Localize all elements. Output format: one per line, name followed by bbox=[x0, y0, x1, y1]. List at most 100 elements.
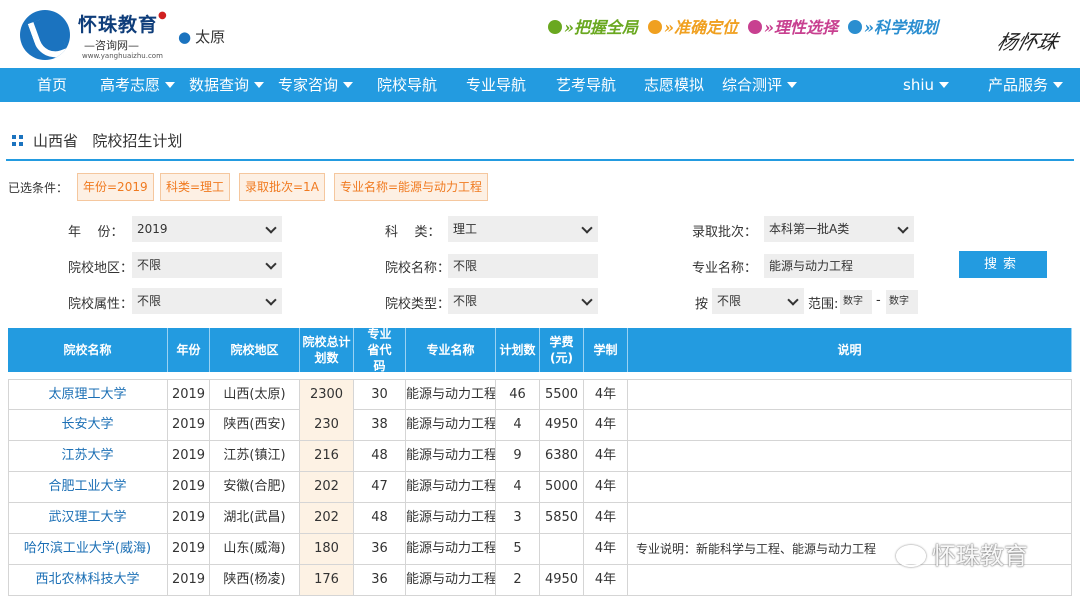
nav-item-5[interactable]: 专业导航 bbox=[466, 68, 526, 102]
year-label: 年 份： bbox=[68, 225, 124, 240]
location-selector[interactable]: ● 太原 bbox=[178, 26, 225, 47]
nav-label: 专业导航 bbox=[466, 76, 527, 94]
cell-major-name: 能源与动力工程 bbox=[406, 534, 496, 564]
nav-item-6[interactable]: 艺考导航 bbox=[556, 68, 616, 102]
cell-school-name[interactable]: 长安大学 bbox=[8, 410, 168, 440]
nav-item-0[interactable]: 首页 bbox=[37, 68, 67, 102]
chevron-down-icon bbox=[787, 82, 798, 88]
column-header-6[interactable]: 计划数 bbox=[496, 328, 540, 372]
slogan-dot-icon bbox=[548, 20, 562, 34]
column-header-2[interactable]: 院校地区 bbox=[210, 328, 300, 372]
chevron-down-icon bbox=[165, 82, 176, 88]
subject-select[interactable]: 理工 bbox=[448, 216, 598, 242]
chevron-down-icon bbox=[343, 82, 354, 88]
cell-duration: 4年 bbox=[584, 534, 628, 564]
cell-duration: 4年 bbox=[584, 441, 628, 471]
cell-note bbox=[628, 410, 1072, 440]
cell-school-name[interactable]: 西北农林科技大学 bbox=[8, 565, 168, 595]
cell-region: 陕西(西安) bbox=[210, 410, 300, 440]
column-header-7[interactable]: 学费(元) bbox=[540, 328, 584, 372]
table-row[interactable]: 合肥工业大学 2019 安徽(合肥) 202 47 能源与动力工程 4 5000 4年 bbox=[8, 472, 1072, 503]
nav-item-2[interactable]: 数据查询 bbox=[189, 68, 265, 102]
table-row[interactable]: 武汉理工大学 2019 湖北(武昌) 202 48 能源与动力工程 3 5850 4年 bbox=[8, 503, 1072, 534]
nav-item-9[interactable]: shiu bbox=[903, 68, 949, 102]
cell-school-name[interactable]: 武汉理工大学 bbox=[8, 503, 168, 533]
slogan-dot-icon bbox=[748, 20, 763, 34]
cell-year: 2019 bbox=[168, 472, 210, 502]
header: 怀珠教育● —咨询网— www.yanghuaizhu.com ● 太原 »把握全… bbox=[0, 0, 1080, 68]
logo-emblem-icon bbox=[20, 10, 70, 60]
table-row[interactable]: 太原理工大学 2019 山西(太原) 2300 30 能源与动力工程 46 5500 4年 bbox=[8, 379, 1072, 410]
table-row[interactable]: 长安大学 2019 陕西(西安) 230 38 能源与动力工程 4 4950 4年 bbox=[8, 410, 1072, 441]
column-header-label: 专业省代码 bbox=[367, 327, 392, 373]
type-select[interactable]: 不限 bbox=[448, 288, 598, 314]
cell-school-name[interactable]: 江苏大学 bbox=[8, 441, 168, 471]
cell-school-name[interactable]: 合肥工业大学 bbox=[8, 472, 168, 502]
nav-item-8[interactable]: 综合测评 bbox=[722, 68, 798, 102]
cell-year: 2019 bbox=[168, 380, 210, 410]
search-button[interactable]: 搜索 bbox=[959, 251, 1047, 278]
region-select[interactable]: 不限 bbox=[132, 252, 282, 278]
cell-note bbox=[628, 472, 1072, 502]
range-from-input[interactable]: 数字 bbox=[840, 290, 872, 314]
major-name-input[interactable]: 能源与动力工程 bbox=[764, 254, 914, 278]
batch-select[interactable]: 本科第一批A类 bbox=[764, 216, 914, 242]
attr-select[interactable]: 不限 bbox=[132, 288, 282, 314]
cell-year: 2019 bbox=[168, 441, 210, 471]
cell-note bbox=[628, 503, 1072, 533]
cell-year: 2019 bbox=[168, 565, 210, 595]
table-row[interactable]: 江苏大学 2019 江苏(镇江) 216 48 能源与动力工程 9 6380 4年 bbox=[8, 441, 1072, 472]
cell-duration: 4年 bbox=[584, 410, 628, 440]
column-header-5[interactable]: 专业名称 bbox=[406, 328, 496, 372]
cell-major-name: 能源与动力工程 bbox=[406, 441, 496, 471]
major-label: 专业名称： bbox=[692, 261, 758, 276]
cell-school-name[interactable]: 哈尔滨工业大学(威海) bbox=[8, 534, 168, 564]
cell-region: 安徽(合肥) bbox=[210, 472, 300, 502]
nav-label: 高考志愿 bbox=[100, 76, 161, 94]
school-name-input[interactable]: 不限 bbox=[448, 254, 598, 278]
column-header-8[interactable]: 学制 bbox=[584, 328, 628, 372]
table-header: 院校名称 年份 院校地区 院校总计划数 专业省代码 专业名称 计划数 学费(元) 学制 说明 bbox=[8, 327, 1072, 373]
cell-tuition: 5500 bbox=[540, 380, 584, 410]
nav-label: 数据查询 bbox=[189, 76, 250, 94]
column-header-3[interactable]: 院校总计划数 bbox=[300, 328, 354, 372]
column-header-1[interactable]: 年份 bbox=[168, 328, 210, 372]
nav-item-10[interactable]: 产品服务 bbox=[988, 68, 1064, 102]
column-header-9[interactable]: 说明 bbox=[628, 328, 1072, 372]
cell-region: 陕西(杨凌) bbox=[210, 565, 300, 595]
cell-major-code: 47 bbox=[354, 472, 406, 502]
column-header-label: 说明 bbox=[837, 343, 862, 357]
column-header-label: 院校地区 bbox=[230, 343, 279, 357]
attr-label: 院校属性： bbox=[68, 297, 134, 312]
nav-item-3[interactable]: 专家咨询 bbox=[278, 68, 354, 102]
chip-subject[interactable]: 科类=理工 bbox=[160, 173, 231, 201]
column-header-0[interactable]: 院校名称 bbox=[8, 328, 168, 372]
chip-major[interactable]: 专业名称=能源与动力工程 bbox=[334, 173, 489, 201]
cell-total-plan: 176 bbox=[300, 565, 354, 595]
year-select[interactable]: 2019 bbox=[132, 216, 282, 242]
cell-total-plan: 180 bbox=[300, 534, 354, 564]
batch-label: 录取批次： bbox=[692, 225, 758, 240]
chip-year[interactable]: 年份=2019 bbox=[77, 173, 154, 201]
column-header-4[interactable]: 专业省代码 bbox=[354, 327, 406, 373]
sort-by-select[interactable]: 不限 bbox=[712, 288, 804, 314]
cell-total-plan: 216 bbox=[300, 441, 354, 471]
cell-school-name[interactable]: 太原理工大学 bbox=[8, 380, 168, 410]
cell-region: 湖北(武昌) bbox=[210, 503, 300, 533]
nav-label: 院校导航 bbox=[377, 76, 438, 94]
range-to-input[interactable]: 数字 bbox=[886, 290, 918, 314]
chip-batch[interactable]: 录取批次=1A bbox=[239, 173, 325, 201]
site-logo[interactable]: 怀珠教育● —咨询网— www.yanghuaizhu.com bbox=[20, 8, 170, 62]
nav-item-1[interactable]: 高考志愿 bbox=[100, 68, 176, 102]
range-dash: - bbox=[876, 293, 881, 308]
cell-tuition: 6380 bbox=[540, 441, 584, 471]
cell-plan-count: 3 bbox=[496, 503, 540, 533]
column-header-label: 院校总计划数 bbox=[302, 335, 351, 365]
cell-plan-count: 4 bbox=[496, 472, 540, 502]
range-label: 范围: bbox=[808, 297, 839, 312]
nav-item-4[interactable]: 院校导航 bbox=[377, 68, 437, 102]
cell-note bbox=[628, 380, 1072, 410]
nav-item-7[interactable]: 志愿模拟 bbox=[644, 68, 704, 102]
chevron-down-icon bbox=[939, 82, 949, 88]
cell-region: 江苏(镇江) bbox=[210, 441, 300, 471]
